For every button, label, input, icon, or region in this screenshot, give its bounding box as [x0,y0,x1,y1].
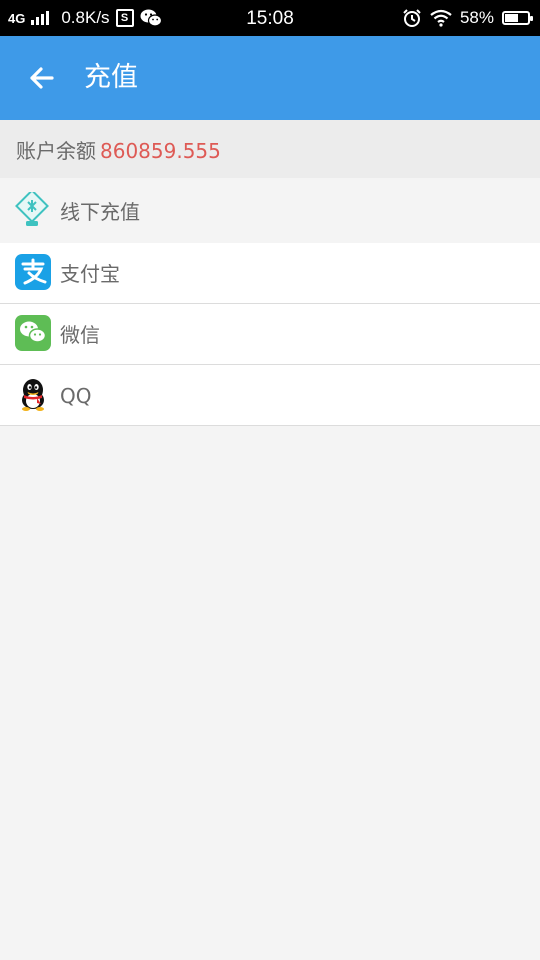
offline-recharge-icon [15,192,49,226]
qq-icon [22,379,44,411]
status-bar-right: 58% [402,0,533,36]
arrow-left-icon [30,67,54,89]
payment-option-label: 线下充值 [60,200,140,224]
balance-amount: 860859.555 [100,139,221,163]
payment-option-label: 支付宝 [60,262,120,286]
balance-label: 账户余额 [16,139,96,163]
alipay-icon [15,254,51,290]
battery-icon [502,11,533,25]
payment-option-offline[interactable]: 线下充值 [0,178,540,243]
alarm-icon [403,9,421,27]
status-bar: 4G 0.8K/s S 15:08 58% [0,0,540,36]
payment-option-wechat[interactable]: 微信 [0,304,540,365]
app-bar: 充值 [0,36,540,120]
account-balance: 账户余额 860859.555 [0,120,540,178]
back-button[interactable] [22,58,62,98]
payment-method-list: 线下充值 支付宝 微信 QQ [0,178,540,426]
wifi-icon [430,9,452,27]
payment-option-alipay[interactable]: 支付宝 [0,243,540,304]
wechat-icon [15,315,51,351]
payment-option-label: QQ [60,384,92,408]
page-title: 充值 [84,62,138,93]
payment-option-label: 微信 [60,323,100,347]
battery-percent: 58% [459,8,494,27]
payment-option-qq[interactable]: QQ [0,365,540,426]
